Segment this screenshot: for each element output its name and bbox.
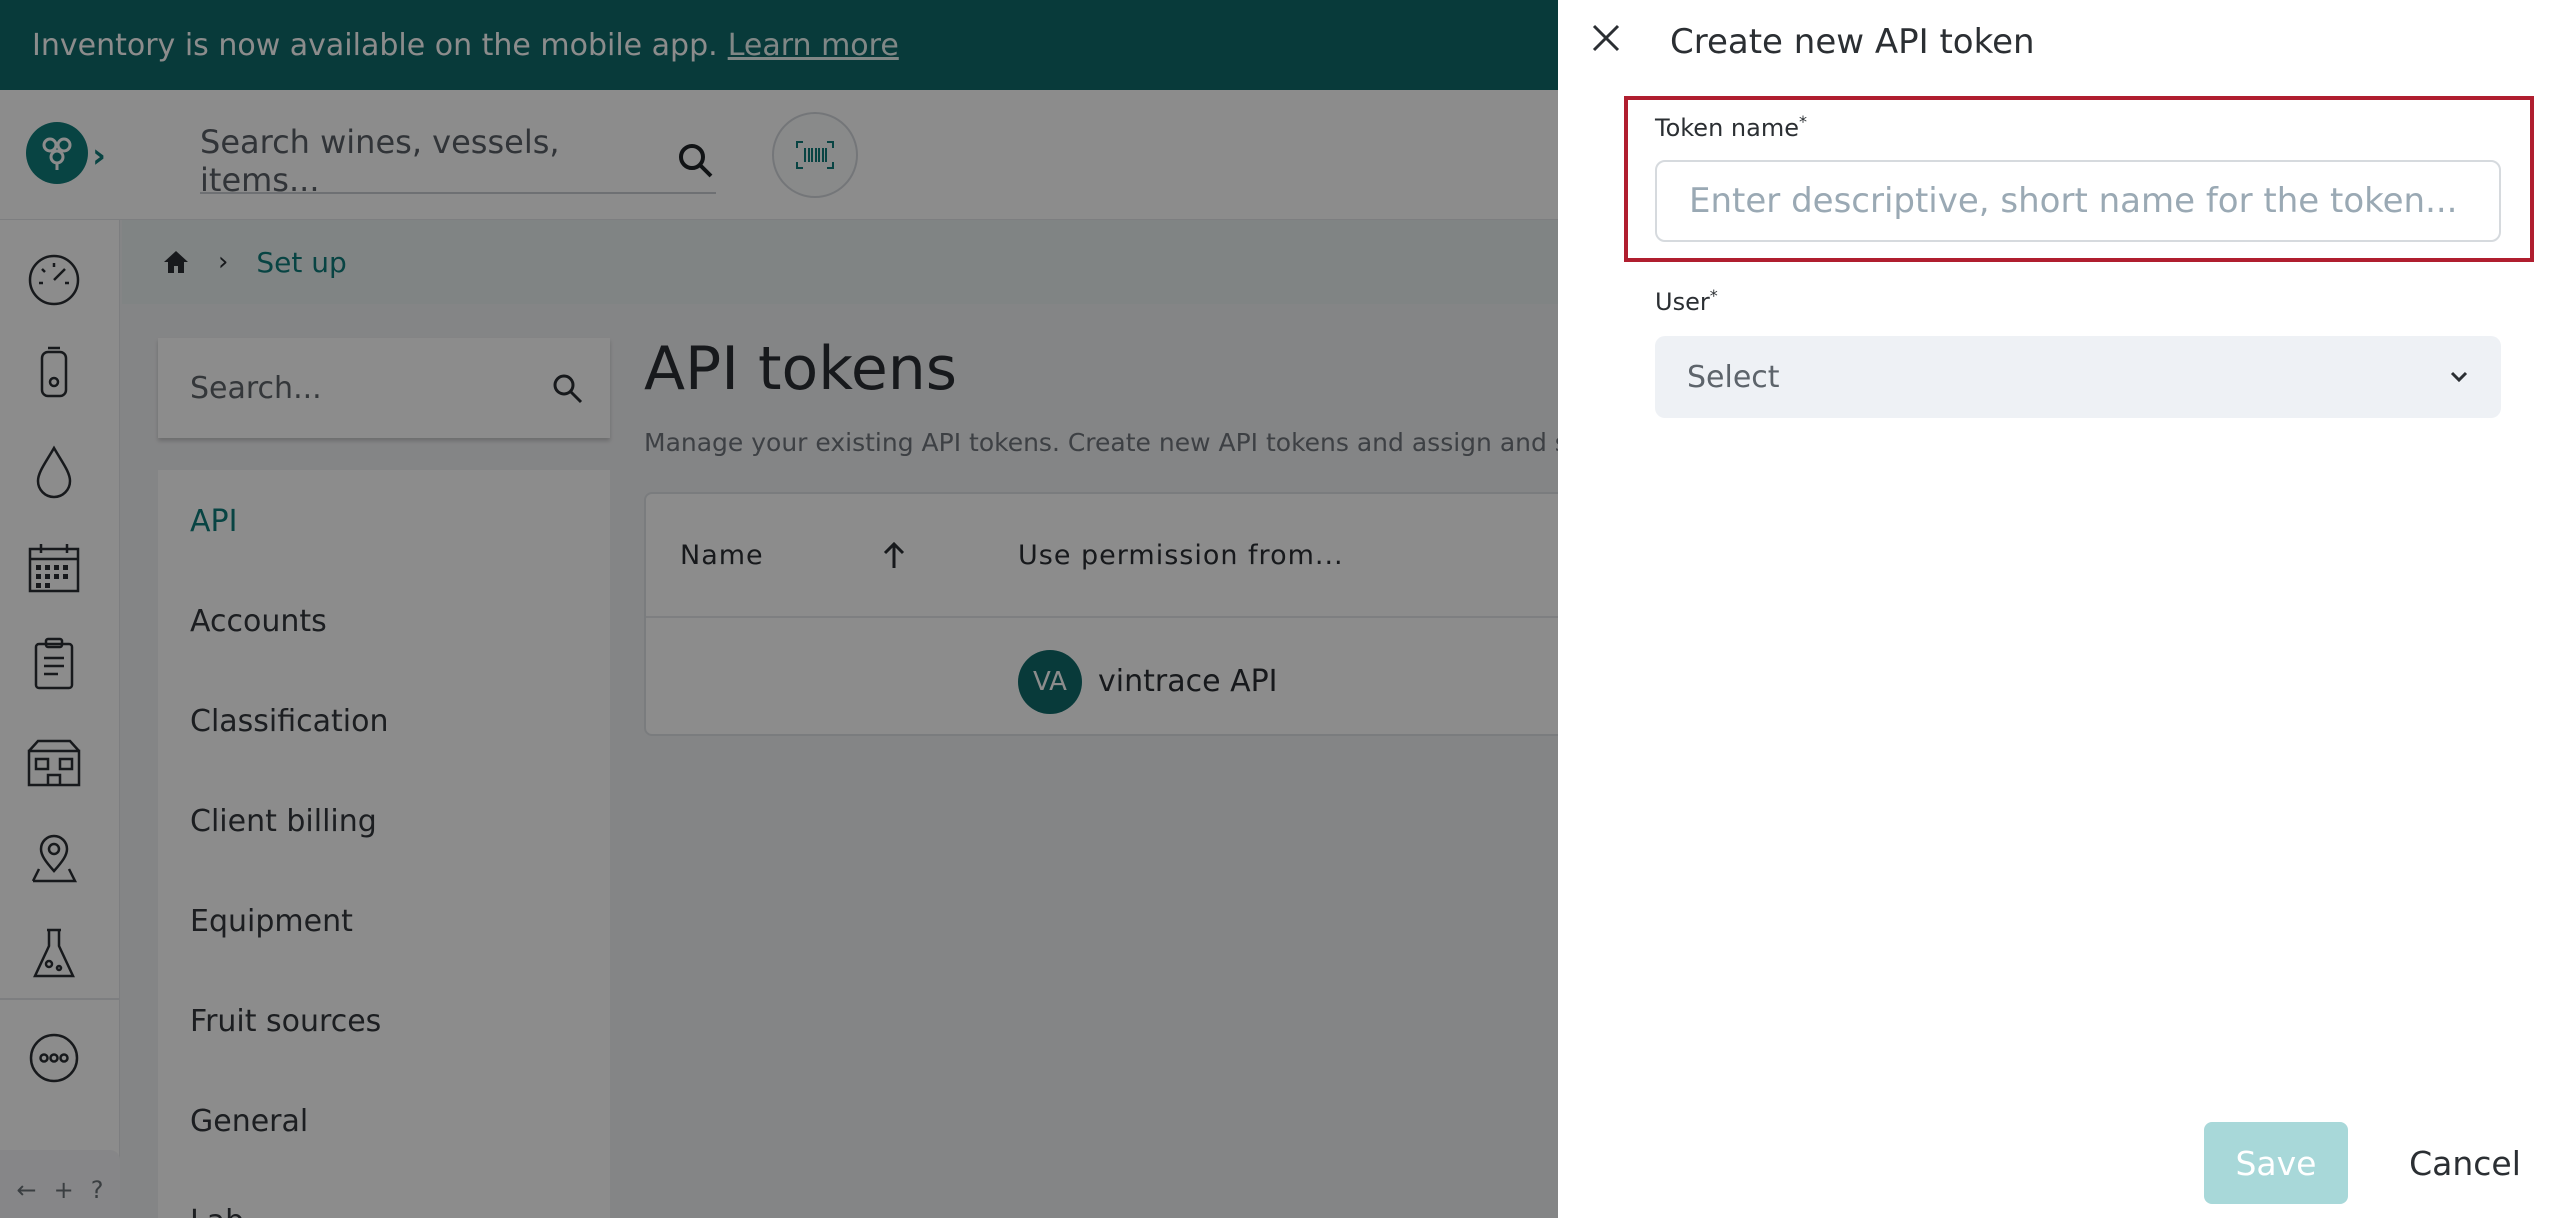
required-mark: * [1798, 112, 1807, 131]
close-icon[interactable] [1582, 14, 1630, 62]
user-label: User* [1655, 286, 1718, 316]
modal-backdrop[interactable] [0, 0, 1558, 1218]
save-button[interactable]: Save [2204, 1122, 2348, 1204]
required-mark: * [1709, 286, 1718, 305]
drawer-title: Create new API token [1670, 22, 2035, 62]
user-select-value: Select [1687, 359, 1780, 395]
token-name-input[interactable] [1655, 160, 2501, 242]
chevron-down-icon [2450, 371, 2468, 383]
user-select[interactable]: Select [1655, 336, 2501, 418]
create-token-drawer: Create new API token Token name* User* S… [1558, 0, 2560, 1218]
cancel-button[interactable]: Cancel [2394, 1122, 2536, 1204]
token-name-label: Token name* [1655, 112, 1807, 142]
